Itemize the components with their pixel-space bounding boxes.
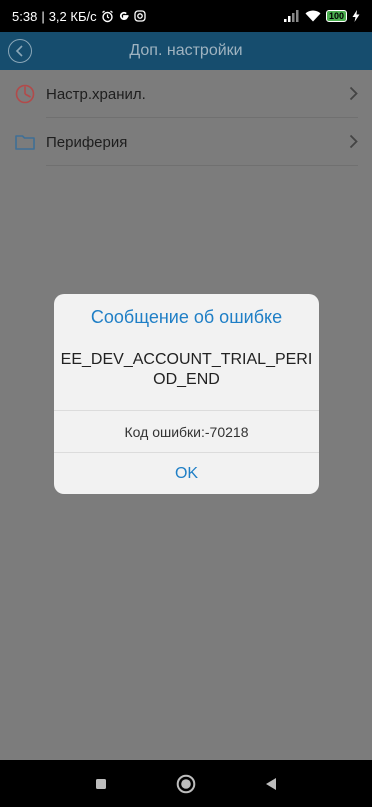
instagram-icon [133, 10, 146, 22]
list-item-peripherals[interactable]: Периферия [0, 118, 372, 166]
chevron-left-icon [15, 45, 25, 57]
app-header: Доп. настройки [0, 32, 372, 70]
clock-pie-icon [14, 83, 36, 105]
settings-list: Настр.хранил. Периферия [0, 70, 372, 166]
home-circle-icon[interactable] [176, 774, 196, 794]
ok-button[interactable]: OK [54, 453, 319, 494]
google-g-icon [118, 10, 130, 22]
error-code-text: Код ошибки:-70218 [124, 424, 249, 440]
back-triangle-icon[interactable] [265, 777, 277, 791]
status-bar-right: 100 [283, 10, 360, 22]
dialog-message: EE_DEV_ACCOUNT_TRIAL_PERI OD_END [54, 350, 319, 390]
page-title: Доп. настройки [129, 42, 243, 59]
chevron-right-icon [349, 134, 358, 154]
status-network-speed: 3,2 КБ/с [48, 8, 97, 24]
signal-icon [283, 10, 300, 22]
dialog-title: Сообщение об ошибке [90, 307, 283, 327]
status-time: 5:38 [12, 8, 38, 24]
folder-icon [14, 131, 36, 153]
error-dialog: Сообщение об ошибке EE_DEV_ACCOUNT_TRIAL… [54, 294, 319, 494]
status-bar: 5:38 | 3,2 КБ/с 100 [0, 0, 372, 32]
status-bar-left: 5:38 | 3,2 КБ/с [12, 9, 146, 24]
charging-bolt-icon [352, 10, 360, 22]
divider [54, 410, 319, 411]
status-separator: | [41, 8, 45, 24]
recents-square-icon[interactable] [95, 778, 107, 790]
system-nav-bar [0, 760, 372, 807]
list-item-storage-settings[interactable]: Настр.хранил. [0, 70, 372, 118]
alarm-icon [101, 9, 114, 23]
battery-indicator: 100 [325, 10, 347, 22]
back-button[interactable] [8, 39, 32, 63]
list-item-label: Периферия [46, 133, 128, 151]
chevron-right-icon [349, 86, 358, 106]
dialog-message-line: EE_DEV_ACCOUNT_TRIAL_PERI [60, 351, 313, 368]
divider [46, 165, 358, 166]
dialog-message-line: OD_END [153, 371, 220, 388]
list-item-label: Настр.хранил. [46, 85, 146, 103]
wifi-icon [305, 10, 321, 22]
